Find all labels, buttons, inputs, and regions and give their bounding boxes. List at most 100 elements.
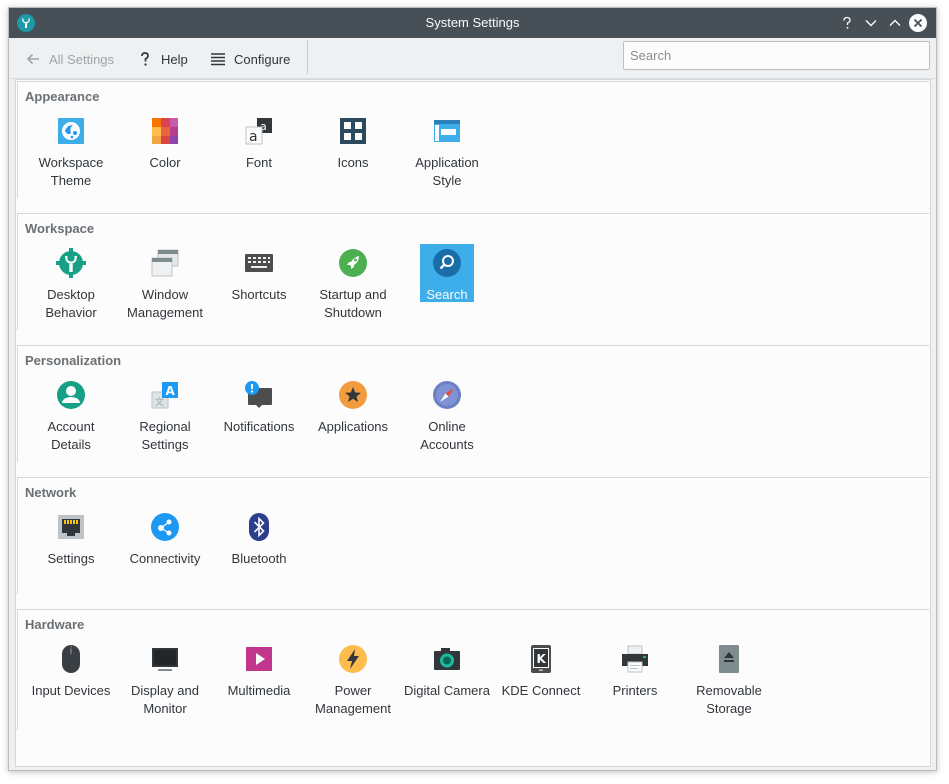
item-online-accounts[interactable]: Online Accounts: [404, 376, 490, 452]
item-label: Shortcuts: [231, 287, 287, 302]
toolbar: All Settings Help Configure: [9, 38, 936, 79]
menu-icon: [211, 53, 225, 66]
keyboard-icon: [245, 254, 273, 272]
item-icons[interactable]: Icons: [310, 112, 396, 188]
item-connectivity[interactable]: Connectivity: [122, 508, 208, 584]
help-button[interactable]: Help: [137, 46, 188, 72]
item-color[interactable]: Color: [122, 112, 208, 188]
item-multimedia[interactable]: Multimedia: [216, 640, 302, 716]
item-account-details[interactable]: Account Details: [28, 376, 114, 452]
application-style-icon: [434, 120, 460, 142]
item-font[interactable]: aa Font: [216, 112, 302, 188]
category-appearance: Appearance Workspace Theme Color aa Font…: [17, 81, 929, 198]
item-label: Desktop Behavior: [45, 287, 97, 320]
window-title: System Settings: [425, 15, 520, 30]
search-icon: [433, 249, 461, 277]
all-settings-button[interactable]: All Settings: [25, 46, 114, 72]
printer-icon: [622, 645, 648, 673]
item-power-management[interactable]: Power Management: [310, 640, 396, 716]
close-icon: [909, 14, 927, 32]
titlebar[interactable]: System Settings: [9, 8, 936, 38]
item-label: Display and Monitor: [131, 683, 199, 716]
chevron-up-icon: [889, 19, 901, 26]
category-workspace: Workspace Desktop Behavior Window Manage…: [17, 213, 929, 330]
item-label: Settings: [47, 551, 95, 566]
help-titlebar-button[interactable]: [838, 14, 856, 32]
item-label: Color: [149, 155, 181, 170]
toolbar-separator: [307, 40, 308, 74]
close-button[interactable]: [909, 14, 927, 32]
regional-icon: 文A: [151, 382, 178, 409]
item-printers[interactable]: Printers: [592, 640, 678, 716]
category-title: Personalization: [25, 353, 122, 368]
configure-button[interactable]: Configure: [210, 46, 290, 72]
category-personalization: Personalization Account Details 文A Regio…: [17, 345, 929, 462]
minimize-button[interactable]: [862, 14, 880, 32]
notification-icon: [245, 381, 272, 408]
item-label: Icons: [337, 155, 369, 170]
item-label: Bluetooth: [231, 551, 287, 566]
item-label: Account Details: [47, 419, 95, 452]
bluetooth-icon: [249, 513, 269, 541]
item-application-style[interactable]: Application Style: [404, 112, 490, 188]
item-network-settings[interactable]: Settings: [28, 508, 114, 584]
search-input[interactable]: [623, 41, 930, 70]
svg-text:a: a: [249, 129, 258, 145]
item-label: Online Accounts: [420, 419, 474, 452]
item-removable-storage[interactable]: Removable Storage: [686, 640, 772, 716]
item-label: Window Management: [127, 287, 203, 320]
connectivity-icon: [151, 513, 179, 541]
item-label: Input Devices: [31, 683, 111, 698]
category-hardware: Hardware Input Devices Display and Monit…: [17, 609, 929, 730]
desktop-behavior-icon: [56, 248, 86, 278]
monitor-icon: [152, 648, 178, 671]
camera-icon: [434, 648, 460, 670]
multimedia-icon: [246, 647, 272, 671]
item-label: Printers: [612, 683, 658, 698]
item-notifications[interactable]: Notifications: [216, 376, 302, 452]
item-label: Font: [245, 155, 272, 170]
item-desktop-behavior[interactable]: Desktop Behavior: [28, 244, 114, 320]
item-input-devices[interactable]: Input Devices: [28, 640, 114, 716]
item-applications[interactable]: Applications: [310, 376, 396, 452]
star-icon: [339, 381, 367, 409]
item-bluetooth[interactable]: Bluetooth: [216, 508, 302, 584]
mouse-icon: [62, 645, 80, 673]
item-window-management[interactable]: Window Management: [122, 244, 208, 320]
item-kde-connect[interactable]: K KDE Connect: [498, 640, 584, 716]
item-display-monitor[interactable]: Display and Monitor: [122, 640, 208, 716]
all-settings-label: All Settings: [49, 51, 115, 67]
rocket-icon: [339, 249, 367, 277]
color-icon: [152, 118, 178, 144]
help-label: Help: [161, 51, 188, 67]
workspace-theme-icon: [58, 118, 84, 144]
item-label: Application Style: [415, 155, 479, 188]
item-label: Regional Settings: [139, 419, 191, 452]
item-workspace-theme[interactable]: Workspace Theme: [28, 112, 114, 188]
ethernet-icon: [58, 515, 84, 539]
item-startup-shutdown[interactable]: Startup and Shutdown: [310, 244, 396, 320]
item-label: Workspace Theme: [38, 155, 104, 188]
kde-connect-icon: K: [531, 645, 551, 673]
category-title: Appearance: [25, 89, 100, 104]
item-label: KDE Connect: [501, 683, 581, 698]
item-label: Multimedia: [227, 683, 291, 698]
category-network: Network Settings Connectivity Bluetooth: [17, 477, 929, 594]
system-settings-window: System Settings All Settings Help Config…: [8, 7, 937, 771]
item-search[interactable]: Search: [420, 244, 474, 302]
item-shortcuts[interactable]: Shortcuts: [216, 244, 302, 320]
arrow-left-icon: [26, 53, 39, 65]
item-label: Search: [426, 287, 468, 302]
item-label: Connectivity: [129, 551, 201, 566]
chevron-down-icon: [865, 20, 877, 27]
item-digital-camera[interactable]: Digital Camera: [404, 640, 490, 716]
item-label: Startup and Shutdown: [319, 287, 387, 320]
item-label: Digital Camera: [404, 683, 490, 698]
removable-storage-icon: [719, 645, 739, 673]
category-title: Hardware: [25, 617, 85, 632]
maximize-button[interactable]: [886, 14, 904, 32]
item-label: Power Management: [315, 683, 391, 716]
item-regional-settings[interactable]: 文A Regional Settings: [122, 376, 208, 452]
window-management-icon: [151, 249, 179, 277]
question-icon: [141, 52, 149, 66]
